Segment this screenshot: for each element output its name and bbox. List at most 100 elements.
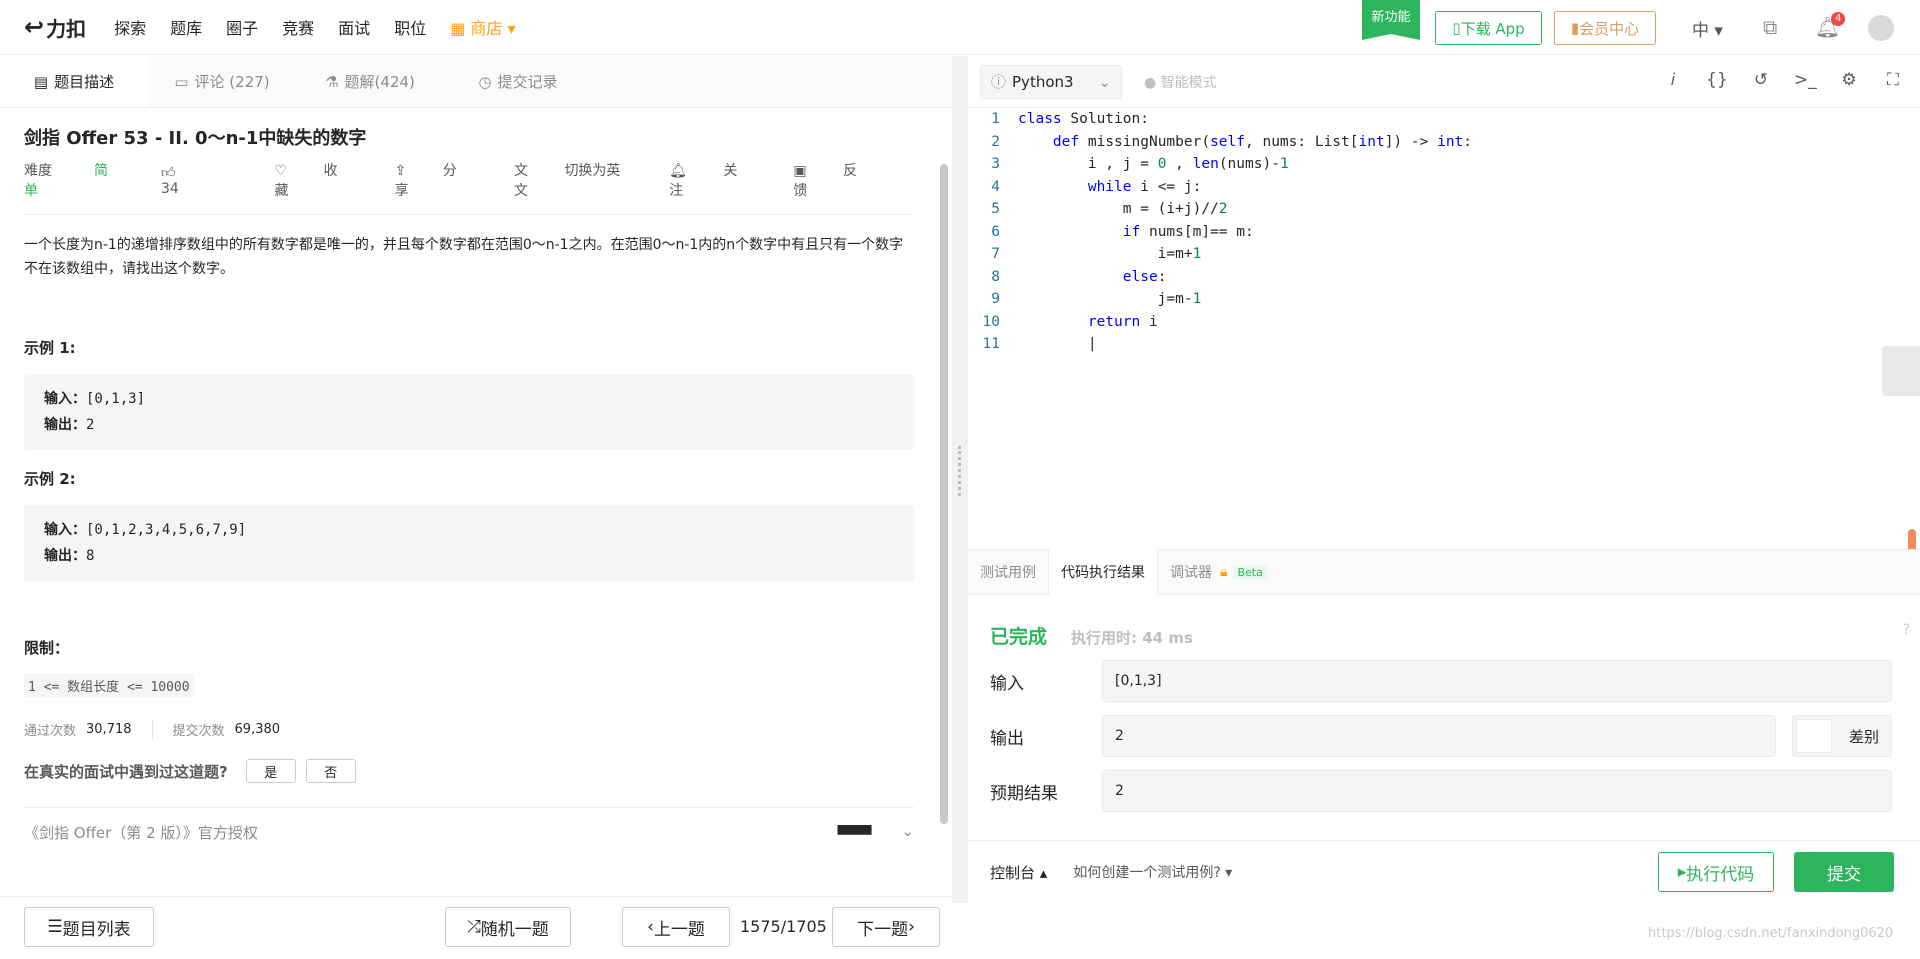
tab-testcase[interactable]: 测试用例: [968, 549, 1048, 595]
download-app-button[interactable]: ▯ 下载 App: [1435, 11, 1542, 45]
code-editor[interactable]: 1 class Solution: 2 def missingNumber(sel…: [968, 108, 1920, 549]
prev-label: 上一题: [653, 919, 705, 940]
nav-circle[interactable]: 圈子: [226, 15, 258, 39]
nav-jobs[interactable]: 职位: [394, 15, 426, 39]
nav-problems[interactable]: 题库: [170, 15, 202, 39]
example2-output: 8: [86, 548, 95, 564]
tab-debugger[interactable]: 调试器 🔒︎ Beta: [1158, 549, 1279, 595]
yes-button[interactable]: 是: [245, 759, 296, 783]
input-label: 输入: [990, 673, 1024, 694]
new-feature-badge[interactable]: 新功能: [1362, 0, 1420, 40]
console-toggle[interactable]: 控制台 ▴: [990, 862, 1047, 883]
comment-icon: ▭: [174, 72, 189, 91]
next-problem-button[interactable]: 下一题 ›: [832, 907, 940, 947]
diff-toggle[interactable]: 差别: [1792, 715, 1892, 757]
run-result: 已完成 执行用时: 44 ms? 输入 [0,1,3] 输出 2 差别 预期结果 …: [990, 622, 1910, 812]
nav-interview[interactable]: 面试: [338, 15, 370, 39]
help-icon[interactable]: ?: [1903, 622, 1910, 638]
problem-title: 剑指 Offer 53 - II. 0～n-1中缺失的数字: [24, 128, 367, 149]
share-button[interactable]: ⇪ 分享: [395, 160, 482, 200]
top-navigation: ↩ 力扣 探索 题库 圈子 竞赛 面试 职位 ▦ 商店 ▾ 新功能 ▯ 下载 A…: [0, 0, 1920, 55]
vip-label: 会员中心: [1579, 19, 1640, 38]
switch-english-button[interactable]: 文 切换为英文: [514, 160, 637, 200]
example2-input-label: 输入：: [44, 522, 86, 538]
tab-run-result[interactable]: 代码执行结果: [1048, 549, 1158, 595]
tab-submissions-label: 提交记录: [497, 73, 558, 91]
diff-switch: [1796, 719, 1832, 753]
example2-title: 示例 2:: [24, 470, 76, 488]
tab-comments[interactable]: ▭ 评论 (227): [148, 56, 296, 107]
editor-tools: 𝑖 {} ↺ >_ ⚙ ⛶: [1640, 70, 1920, 90]
tab-description[interactable]: ▤ 题目描述: [0, 56, 148, 107]
result-status-row: 已完成 执行用时: 44 ms?: [990, 622, 1910, 649]
howto-label: 如何创建一个测试用例?: [1073, 865, 1221, 881]
store-icon: ▦: [450, 19, 471, 38]
playground-icon[interactable]: ⧉: [1763, 15, 1777, 39]
logo[interactable]: ↩ 力扣: [24, 13, 86, 42]
lang-label: 中: [1692, 21, 1709, 41]
submit-button[interactable]: 提交: [1794, 852, 1894, 892]
run-code-button[interactable]: ▸ 执行代码: [1658, 852, 1774, 892]
braces-icon[interactable]: {}: [1706, 70, 1728, 90]
output-row: 输出 2 差别: [990, 715, 1910, 757]
feedback-button[interactable]: ▣ 反馈: [793, 160, 882, 200]
tab-solutions[interactable]: ⚗ 题解(424): [296, 56, 444, 107]
reset-icon[interactable]: ↺: [1750, 70, 1772, 90]
nav-contest[interactable]: 竞赛: [282, 15, 314, 39]
result-status: 已完成: [990, 626, 1048, 648]
difficulty: 难度 简单: [24, 160, 129, 200]
authorization-row[interactable]: 《剑指 Offer（第 2 版）》官方授权 ▆▆▆▆ ⌄: [24, 807, 914, 843]
prev-problem-button[interactable]: ‹ 上一题: [622, 907, 730, 947]
publisher-logo: ▆▆▆▆: [837, 822, 872, 835]
follow-button[interactable]: 🔔︎ 关注: [669, 160, 761, 200]
howto-testcase-link[interactable]: 如何创建一个测试用例? ▾: [1073, 862, 1232, 882]
random-problem-button[interactable]: ⤮ 随机一题: [445, 907, 571, 947]
example1-box: 输入：[0,1,3] 输出：2: [24, 374, 914, 450]
no-button[interactable]: 否: [305, 759, 356, 783]
nav-store[interactable]: ▦ 商店 ▾: [450, 15, 515, 39]
problem-tabs: ▤ 题目描述 ▭ 评论 (227) ⚗ 题解(424) ◷ 提交记录: [0, 56, 952, 108]
shuffle-icon: ⤮: [467, 917, 481, 937]
feedback-icon: ▣: [793, 163, 812, 179]
code-line: 2 def missingNumber(self, nums: List[int…: [991, 133, 1473, 150]
nav-links: 探索 题库 圈子 竞赛 面试 职位 ▦ 商店 ▾: [102, 15, 527, 39]
example1-output-label: 输出：: [44, 417, 86, 433]
leetcode-logo-icon: ↩: [24, 13, 45, 41]
random-label: 随机一题: [480, 919, 549, 940]
side-note-tab[interactable]: [1882, 346, 1920, 396]
fullscreen-icon[interactable]: ⛶: [1882, 70, 1904, 90]
console-label: 控制台: [990, 863, 1036, 882]
problem-list-button[interactable]: ☰ 题目列表: [24, 907, 154, 947]
pass-label: 通过次数: [24, 723, 77, 739]
submit-count-label: 提交次数: [172, 723, 225, 739]
submit-count: 69,380: [234, 721, 281, 737]
language-select[interactable]: ⓘ Python3 ⌄: [980, 64, 1122, 99]
problem-content: 剑指 Offer 53 - II. 0～n-1中缺失的数字 难度 简单 👍︎ 34…: [24, 108, 914, 843]
tab-description-label: 题目描述: [54, 73, 115, 91]
limit-text: 1 <= 数组长度 <= 10000: [24, 674, 194, 697]
terminal-icon[interactable]: >_: [1794, 70, 1817, 90]
code-line: 6 if nums[m]== m:: [991, 223, 1254, 240]
play-icon: ▸: [1677, 862, 1687, 882]
beta-badge: Beta: [1233, 565, 1267, 579]
chevron-up-icon: ▴: [1035, 863, 1048, 882]
nav-explore[interactable]: 探索: [114, 15, 146, 39]
smart-mode-toggle[interactable]: ● 智能模式: [1144, 72, 1217, 92]
like-button[interactable]: 👍︎ 34: [161, 164, 243, 197]
like-count: 34: [161, 180, 179, 197]
avatar[interactable]: [1868, 15, 1894, 41]
example1-output: 2: [86, 417, 95, 433]
favorite-button[interactable]: ♡ 收藏: [275, 160, 363, 200]
language-selector[interactable]: 中 ▾: [1692, 16, 1723, 41]
panel-divider[interactable]: [952, 56, 968, 903]
difficulty-label: 难度: [24, 163, 52, 179]
left-scrollbar[interactable]: [940, 164, 948, 824]
code-line: 3 i , j = 0 , len(nums)-1: [991, 156, 1289, 172]
problem-list-label: 题目列表: [62, 919, 131, 940]
settings-icon[interactable]: ⚙: [1838, 70, 1860, 90]
language-value: Python3: [1012, 72, 1074, 91]
chevron-down-icon: ▾: [502, 19, 516, 38]
tab-submissions[interactable]: ◷ 提交记录: [444, 56, 592, 107]
vip-center-button[interactable]: ▮ 会员中心: [1554, 11, 1656, 45]
info-italic-icon[interactable]: 𝑖: [1662, 70, 1684, 90]
